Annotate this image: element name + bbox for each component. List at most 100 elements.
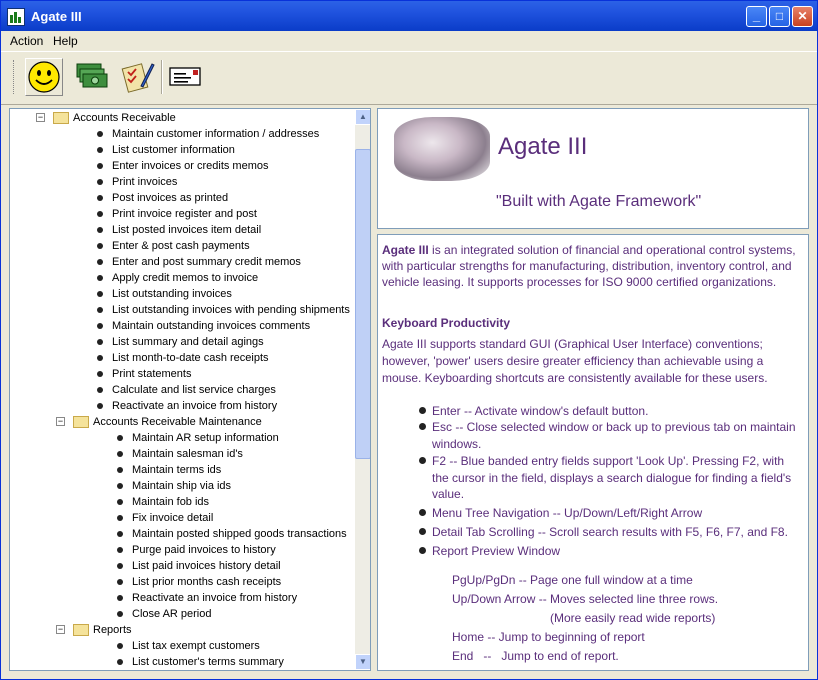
tree-folder[interactable]: − Reports	[10, 622, 350, 638]
smiley-button[interactable]	[25, 58, 63, 96]
envelope-button[interactable]	[167, 58, 205, 96]
tree-item[interactable]: Maintain terms ids	[10, 462, 350, 478]
tree-label: Purge paid invoices to history	[132, 544, 276, 556]
toolbar-grip[interactable]	[13, 60, 17, 94]
tree-item[interactable]: Reactivate an invoice from history	[10, 590, 350, 606]
bullet-icon	[117, 483, 123, 489]
tree-label: List posted invoices item detail	[112, 224, 262, 236]
collapse-toggle-icon[interactable]: −	[56, 625, 65, 634]
tree-item[interactable]: List tax exempt customers	[10, 638, 350, 654]
bullet-icon	[117, 467, 123, 473]
bullet-icon	[117, 531, 123, 537]
menu-bar: Action Help	[1, 31, 817, 50]
tree-label: List paid invoices history detail	[132, 560, 281, 572]
bullet-icon	[97, 147, 103, 153]
tree-item[interactable]: Print statements	[10, 366, 350, 382]
bullet-icon	[97, 291, 103, 297]
tree-label: Calculate and list service charges	[112, 384, 276, 396]
tree-item[interactable]: Enter and post summary credit memos	[10, 254, 350, 270]
tree-item[interactable]: Print invoice register and post	[10, 206, 350, 222]
tree-label: Close AR period	[132, 608, 212, 620]
menu-action[interactable]: Action	[10, 34, 43, 48]
tree-item[interactable]: Post invoices as printed	[10, 190, 350, 206]
tree-item[interactable]: Maintain ship via ids	[10, 478, 350, 494]
bullet-dot	[419, 407, 426, 414]
tree-folder[interactable]: − Accounts Receivable Maintenance	[10, 414, 350, 430]
tree-item[interactable]: List customer information	[10, 142, 350, 158]
tree-item[interactable]: List customer's terms summary	[10, 654, 350, 670]
tree-item[interactable]: Calculate and list service charges	[10, 382, 350, 398]
bullet-dot	[419, 423, 426, 430]
bullet-icon	[97, 307, 103, 313]
title-bar[interactable]: Agate III _ □ ✕	[1, 1, 817, 31]
bullet-icon	[97, 403, 103, 409]
bullet-icon	[97, 275, 103, 281]
tree-item[interactable]: Print invoices	[10, 174, 350, 190]
scroll-up-button[interactable]: ▲	[355, 109, 370, 125]
bullet-dot	[419, 528, 426, 535]
bullet-text: Esc -- Close selected window or back up …	[432, 420, 796, 451]
tree-label: Post invoices as printed	[112, 192, 229, 204]
tree-label: Print statements	[112, 368, 192, 380]
tree-item[interactable]: List outstanding invoices with pending s…	[10, 302, 350, 318]
app-name-heading: Agate III	[498, 133, 588, 160]
tree-label: Maintain outstanding invoices comments	[112, 320, 311, 332]
scroll-down-button[interactable]: ▼	[355, 654, 370, 670]
tree-item[interactable]: Purge paid invoices to history	[10, 542, 350, 558]
tree-label: List customer's terms summary	[132, 656, 284, 668]
checklist-button[interactable]	[119, 58, 157, 96]
bullet-item: Report Preview Window	[419, 543, 804, 559]
maximize-button[interactable]: □	[769, 6, 790, 27]
tree-item[interactable]: Maintain customer information / addresse…	[10, 126, 350, 142]
tree-scrollbar[interactable]: ▲ ▼	[355, 109, 370, 670]
bullet-text: Detail Tab Scrolling -- Scroll search re…	[432, 525, 788, 539]
collapse-toggle-icon[interactable]: −	[56, 417, 65, 426]
tree-item[interactable]: Maintain salesman id's	[10, 446, 350, 462]
bullet-icon	[97, 259, 103, 265]
bullet-text: Report Preview Window	[432, 544, 561, 558]
tree-item[interactable]: List paid invoices history detail	[10, 558, 350, 574]
agate-logo-image	[394, 117, 490, 181]
tree-label: Maintain customer information / addresse…	[112, 128, 320, 140]
tree-folder[interactable]: − Accounts Receivable	[10, 110, 350, 126]
tree-item[interactable]: Enter & post cash payments	[10, 238, 350, 254]
bullet-icon	[117, 643, 123, 649]
menu-help[interactable]: Help	[53, 34, 78, 48]
money-icon	[76, 63, 108, 88]
tagline: "Built with Agate Framework"	[496, 193, 702, 210]
close-button[interactable]: ✕	[792, 6, 813, 27]
bullet-text: F2 -- Blue banded entry fields support '…	[432, 454, 792, 501]
bullet-icon	[117, 499, 123, 505]
tree-item[interactable]: List month-to-date cash receipts	[10, 350, 350, 366]
tree-item[interactable]: List posted invoices item detail	[10, 222, 350, 238]
tree-item[interactable]: Maintain AR setup information	[10, 430, 350, 446]
tree-item[interactable]: Apply credit memos to invoice	[10, 270, 350, 286]
bullet-text: Menu Tree Navigation -- Up/Down/Left/Rig…	[432, 506, 703, 520]
preview-key-text: Home -- Jump to beginning of report	[452, 630, 645, 644]
tree-item[interactable]: Fix invoice detail	[10, 510, 350, 526]
tree-item[interactable]: Enter invoices or credits memos	[10, 158, 350, 174]
tree-item[interactable]: List summary and detail agings	[10, 334, 350, 350]
tree-item[interactable]: Close AR period	[10, 606, 350, 622]
bullet-icon	[97, 355, 103, 361]
tree-item[interactable]: Maintain outstanding invoices comments	[10, 318, 350, 334]
toolbar	[1, 51, 817, 105]
tree-label: Print invoices	[112, 176, 178, 188]
keyboard-heading: Keyboard Productivity	[382, 316, 511, 330]
bullet-icon	[97, 339, 103, 345]
bullet-item: Enter -- Activate window's default butto…	[419, 403, 804, 419]
tree-item[interactable]: Reactivate an invoice from history	[10, 398, 350, 414]
tree-item[interactable]: Maintain posted shipped goods transactio…	[10, 526, 350, 542]
folder-icon	[73, 416, 89, 428]
tree-item[interactable]: Maintain fob ids	[10, 494, 350, 510]
tree-label: Accounts Receivable Maintenance	[93, 416, 262, 428]
scroll-thumb[interactable]	[355, 149, 370, 459]
collapse-toggle-icon[interactable]: −	[36, 113, 45, 122]
tree-item[interactable]: List outstanding invoices	[10, 286, 350, 302]
window-title: Agate III	[31, 9, 82, 24]
minimize-button[interactable]: _	[746, 6, 767, 27]
menu-tree[interactable]: − Accounts Receivable Maintain customer in…	[9, 108, 371, 671]
app-window: Agate III _ □ ✕ Action Help − Accounts R…	[0, 0, 818, 680]
money-button[interactable]	[73, 58, 111, 96]
tree-item[interactable]: List prior months cash receipts	[10, 574, 350, 590]
